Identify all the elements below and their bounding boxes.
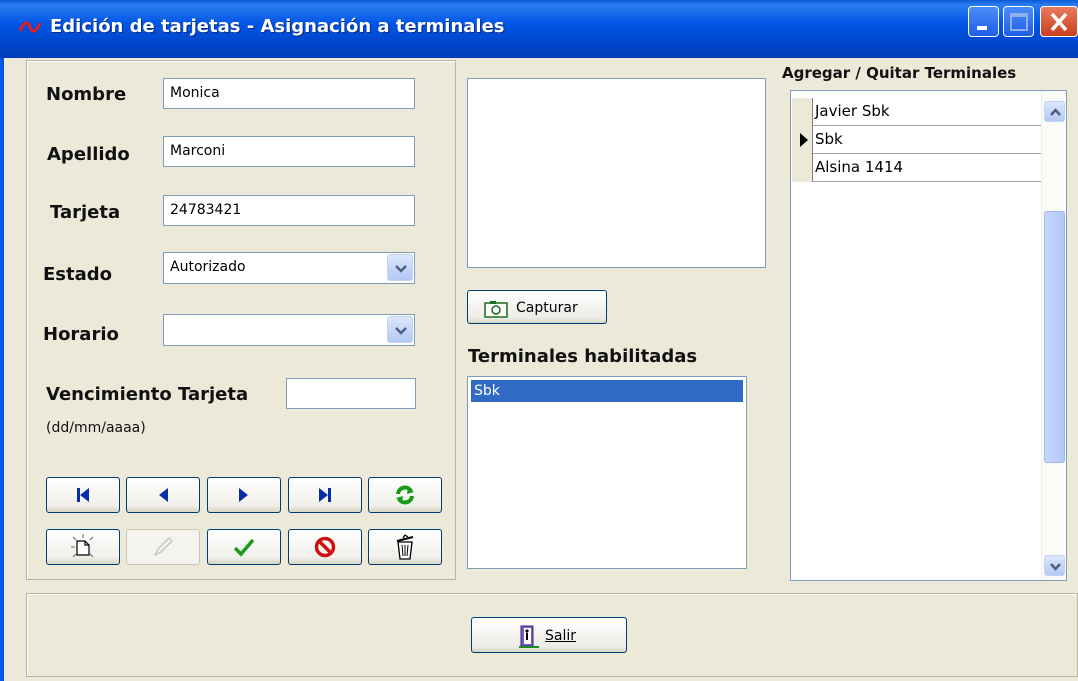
refresh-icon [396,485,414,505]
chevron-up-icon [1050,108,1061,116]
tarjeta-field[interactable]: 24783421 [163,195,415,226]
horario-select[interactable] [163,314,415,346]
apellido-label: Apellido [47,144,130,165]
window-frame [0,58,4,681]
terminales-habilitadas-title: Terminales habilitadas [468,346,698,367]
photo-preview [467,78,766,268]
horario-label: Horario [43,324,119,345]
minimize-button[interactable] [968,6,999,37]
table-row[interactable]: Sbk [791,126,1042,154]
window-title: Edición de tarjetas - Asignación a termi… [50,16,505,37]
estado-label: Estado [43,264,113,285]
scroll-up-button[interactable] [1044,101,1065,122]
next-record-icon [239,488,248,502]
apellido-field[interactable]: Marconi [163,136,415,167]
next-record-button[interactable] [207,477,281,513]
vencimiento-label: Vencimiento Tarjeta [46,384,249,405]
scrollbar-thumb[interactable] [1044,211,1065,463]
title-bar[interactable]: Edición de tarjetas - Asignación a termi… [0,0,1078,58]
estado-dropdown-button[interactable] [387,254,413,281]
previous-record-button[interactable] [126,477,200,513]
maximize-icon [1010,13,1028,31]
table-row[interactable]: Alsina 1414 [791,154,1042,182]
vertical-scrollbar[interactable] [1041,91,1066,580]
app-icon [18,21,42,33]
scroll-down-button[interactable] [1044,555,1065,576]
terminales-grid[interactable]: Javier Sbk Sbk Alsina 1414 [790,90,1067,581]
current-row-arrow-icon [800,133,808,147]
list-item[interactable]: Sbk [471,380,743,402]
table-row[interactable]: Javier Sbk [791,98,1042,126]
maximize-button[interactable] [1003,6,1034,37]
horario-dropdown-button[interactable] [387,316,413,343]
last-record-icon [319,488,331,502]
salir-label: Salir [545,628,577,644]
new-record-icon [71,534,94,558]
cancel-icon [314,536,336,558]
tarjeta-label: Tarjeta [50,202,121,223]
confirm-button[interactable] [207,529,281,565]
capturar-label: Capturar [516,300,578,316]
chevron-down-icon [395,327,407,335]
agregar-quitar-title: Agregar / Quitar Terminales [782,64,1017,82]
first-record-button[interactable] [46,477,120,513]
exit-door-icon [519,625,539,648]
close-button[interactable] [1040,6,1078,37]
terminales-habilitadas-list[interactable]: Sbk [467,376,747,569]
camera-icon [484,301,508,318]
estado-value: Autorizado [170,259,246,275]
confirm-icon [233,538,255,557]
row-indicator[interactable] [791,126,813,154]
capturar-button[interactable]: Capturar [467,290,607,324]
chevron-down-icon [1050,563,1061,571]
refresh-button[interactable] [368,477,442,513]
salir-button[interactable]: Salir [471,617,627,653]
close-icon [1050,12,1068,32]
last-record-button[interactable] [288,477,362,513]
terminal-name-cell[interactable]: Javier Sbk [815,102,890,120]
first-record-icon [77,488,89,502]
chevron-down-icon [395,265,407,273]
row-indicator[interactable] [791,154,813,182]
date-format-hint: (dd/mm/aaaa) [46,420,146,436]
minimize-icon [977,26,987,30]
estado-select[interactable]: Autorizado [163,252,415,284]
delete-icon [396,534,414,560]
vencimiento-field[interactable] [286,378,416,409]
edit-record-icon [153,537,173,557]
new-record-button[interactable] [46,529,120,565]
delete-button[interactable] [368,529,442,565]
nombre-field[interactable]: Monica [163,78,415,109]
edit-record-button[interactable] [126,529,200,565]
row-indicator[interactable] [791,98,813,126]
terminal-name-cell[interactable]: Alsina 1414 [815,158,903,176]
nombre-label: Nombre [46,84,127,105]
terminal-name-cell[interactable]: Sbk [815,130,843,148]
previous-record-icon [159,488,168,502]
cancel-button[interactable] [288,529,362,565]
